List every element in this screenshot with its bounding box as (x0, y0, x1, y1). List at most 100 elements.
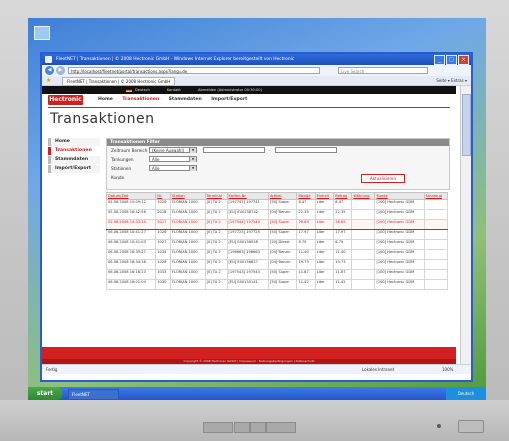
table-cell: FLORIAN 1000 (169, 279, 206, 290)
table-cell: [0] TA 2 (204, 279, 228, 290)
table-cell (351, 259, 376, 270)
vertical-scrollbar[interactable] (460, 86, 471, 364)
address-input[interactable]: http://localhost/fleetnet/portal/transac… (68, 67, 320, 74)
column-header[interactable]: Betrag (333, 192, 353, 200)
monitor-auto-button[interactable] (266, 422, 296, 433)
column-header[interactable]: Nr. (155, 192, 171, 200)
table-cell: 05.06.2008 15:09:12 (105, 199, 157, 210)
column-header[interactable]: Terminal (204, 192, 228, 200)
table-cell: 05.06.2008 16:42:56 (105, 209, 157, 220)
sidebar-item-transaktionen[interactable]: Transaktionen (48, 147, 100, 155)
nav-stammdaten[interactable]: Stammdaten (169, 97, 202, 102)
start-button[interactable]: start (28, 387, 62, 400)
scroll-thumb[interactable] (462, 94, 471, 156)
monitor-minus-button[interactable] (234, 422, 250, 433)
table-cell (423, 219, 449, 230)
table-cell (351, 279, 376, 290)
system-tray[interactable]: Deutsch (446, 387, 486, 400)
station-select[interactable]: Alle ▼ (149, 165, 197, 171)
table-cell (423, 239, 449, 250)
table-row[interactable]: 05.06.2008 14:33:20 2017 FLORIAN 1000 [0] T… (105, 219, 449, 230)
close-button[interactable]: × (458, 55, 469, 65)
window-controls: _ □ × (433, 55, 469, 65)
table-cell: Liter (314, 269, 335, 280)
sidebar-item-import-export[interactable]: Import/Export (48, 165, 100, 173)
table-cell: [100] Hectronic GDM (374, 229, 425, 240)
column-header[interactable]: Fahrzeug (423, 192, 449, 200)
table-cell: [100] Hectronic GDM (374, 259, 425, 270)
sidebar-item-stammdaten[interactable]: Stammdaten (48, 156, 100, 164)
recycle-bin-icon[interactable] (34, 26, 50, 40)
search-input[interactable]: Live Search (338, 67, 428, 74)
table-cell: [100] Hectronic GDM (374, 219, 425, 230)
table-cell: 1030 (155, 279, 171, 290)
table-row[interactable]: 06.06.2008 16:34:38 1028 FLORIAN 1000 [0] T… (105, 259, 449, 270)
table-row[interactable]: 06.06.2008 16:18:23 1033 FLORIAN 1000 [0] T… (105, 269, 449, 280)
type-select[interactable]: Alle ▼ (149, 156, 197, 162)
period-select[interactable]: (Keine Auswahl) ▼ (149, 147, 197, 153)
column-header[interactable]: Kunde (374, 192, 425, 200)
table-cell: 11.42 (333, 279, 353, 290)
maximize-button[interactable]: □ (446, 55, 457, 65)
favorites-star-icon[interactable]: ★ (46, 77, 51, 84)
nav-import-export[interactable]: Import/Export (211, 97, 247, 102)
zoom-level[interactable]: 100% (442, 365, 453, 374)
table-cell: FLORIAN 1000 (169, 249, 206, 260)
table-cell: [197543] 197543 (226, 269, 269, 280)
table-cell: 11.42 (296, 279, 316, 290)
table-cell: FLORIAN 1000 (169, 239, 206, 250)
table-cell: Liter (314, 259, 335, 270)
table-cell: FLORIAN 1000 (169, 219, 206, 230)
table-cell: 11.40 (296, 249, 316, 260)
column-header[interactable]: Währung (351, 192, 376, 200)
table-cell (351, 209, 376, 220)
contact-link[interactable]: Kontakt (167, 86, 181, 94)
table-cell (351, 269, 376, 280)
forward-arrow-icon[interactable]: ▶ (56, 66, 65, 75)
column-header[interactable]: Einheit (314, 192, 335, 200)
date-to-input[interactable] (275, 147, 337, 153)
table-row[interactable]: 06.06.2008 16:35:27 1034 FLORIAN 1000 [0] T… (105, 249, 449, 260)
refresh-button[interactable]: Aktualisieren (361, 174, 405, 183)
desktop: FleetNET | Transaktionen | © 2008 Hectro… (28, 18, 486, 400)
table-row[interactable]: 06.06.2008 16:01:04 1030 FLORIAN 1000 [0] T… (105, 279, 449, 290)
date-from-input[interactable] (203, 147, 265, 153)
table-body: 05.06.2008 15:09:12 1026 FLORIAN 1000 [0] T… (105, 199, 449, 290)
column-header[interactable]: Datum/Zeit (105, 192, 157, 200)
table-row[interactable]: 05.06.2008 16:42:56 2018 FLORIAN 1000 [0] T… (105, 209, 449, 220)
divider (48, 107, 450, 108)
table-cell: 19.73 (296, 259, 316, 270)
logout-link[interactable]: Abmelden (Administrator 00:30:00) (198, 86, 262, 94)
table-cell: [EU] E00156827 (226, 259, 269, 270)
table-cell: [0] TA 2 (204, 219, 228, 230)
language-link[interactable]: Deutsch (135, 86, 150, 94)
security-zone: Lokales Intranet (362, 367, 395, 372)
nav-transaktionen[interactable]: Transaktionen (122, 97, 159, 102)
browser-tab[interactable]: FleetNET | Transaktionen | © 2008 Hectro… (62, 77, 176, 86)
nav-home[interactable]: Home (98, 97, 113, 102)
column-header[interactable]: Artikel (267, 192, 298, 200)
monitor-plus-button[interactable] (250, 422, 266, 433)
table-cell: 28.69 (296, 219, 316, 230)
column-header[interactable]: Station (169, 192, 206, 200)
table-cell: [197741] 197741 (226, 199, 269, 210)
table-cell: 06.06.2008 16:18:23 (105, 269, 157, 280)
monitor-menu-button[interactable] (203, 422, 233, 433)
table-row[interactable]: 06.06.2008 10:41:27 1026 FLORIAN 1000 [0] T… (105, 229, 449, 240)
column-header[interactable]: Karten-Nr. (226, 192, 269, 200)
sidebar-item-home[interactable]: Home (48, 138, 100, 146)
command-bar[interactable]: Seite ▾ Extras ▾ (436, 77, 467, 84)
window-titlebar[interactable]: FleetNET | Transaktionen | © 2008 Hectro… (42, 54, 471, 65)
back-arrow-icon[interactable]: ◀ (45, 66, 54, 75)
table-cell: 8.79 (333, 239, 353, 250)
minimize-button[interactable]: _ (434, 55, 445, 65)
power-button[interactable] (458, 420, 484, 433)
table-cell: FLORIAN 1000 (169, 269, 206, 280)
table-cell: [0] TA 2 (204, 259, 228, 270)
column-header[interactable]: Menge (296, 192, 316, 200)
table-cell (423, 229, 449, 240)
taskbar-item[interactable]: FleetNET (68, 389, 119, 400)
table-row[interactable]: 06.06.2008 10:41:03 1027 FLORIAN 1000 [0] T… (105, 239, 449, 250)
table-row[interactable]: 05.06.2008 15:09:12 1026 FLORIAN 1000 [0] T… (105, 199, 449, 210)
table-cell: [100] Hectronic GDM (374, 249, 425, 260)
